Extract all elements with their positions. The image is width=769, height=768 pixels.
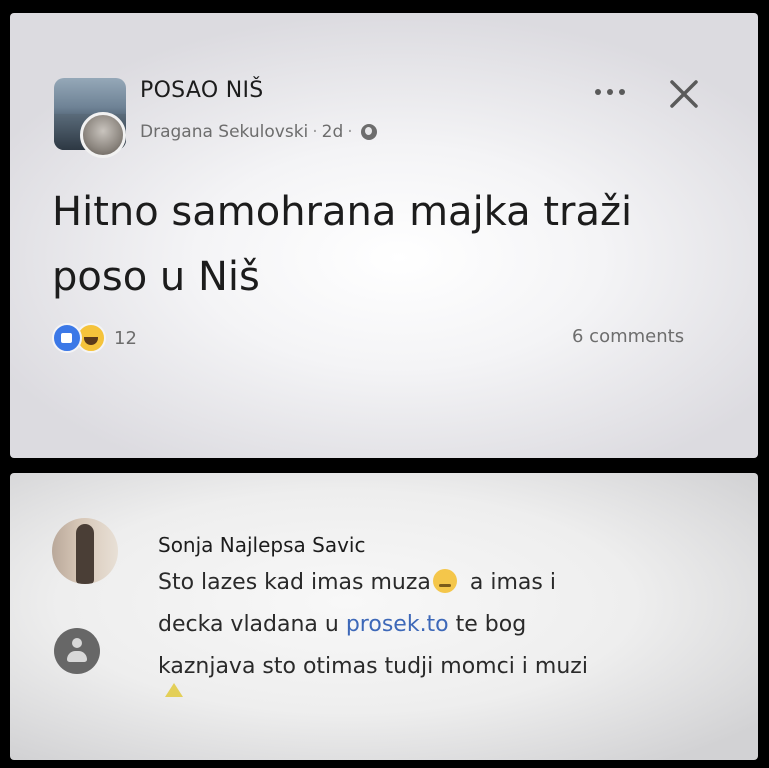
meta-separator-2: ·	[347, 122, 353, 142]
post-text: Hitno samohrana majka traži poso u Niš	[52, 180, 732, 310]
post-meta: Dragana Sekulovski · 2d ·	[140, 122, 377, 142]
reaction-count: 12	[114, 327, 137, 349]
commenter-avatar[interactable]	[52, 518, 118, 584]
person-icon-head	[72, 638, 82, 648]
person-icon-body	[67, 651, 87, 662]
comment-line-2-start: decka vladana u	[158, 612, 346, 637]
commenter-avatar-figure	[76, 524, 94, 584]
comment-line-1: Sto lazes kad imas muza a imas i	[158, 562, 718, 604]
comment-text: Sto lazes kad imas muza a imas i decka v…	[158, 562, 718, 688]
reactions-summary[interactable]: 12	[52, 323, 137, 353]
post-time[interactable]: 2d	[322, 122, 344, 142]
more-dots-icon[interactable]	[590, 86, 630, 98]
group-name[interactable]: POSAO NIŠ	[140, 78, 264, 103]
comment-line-1-end: a imas i	[469, 570, 556, 595]
globe-icon	[360, 124, 377, 140]
more-dot	[607, 89, 613, 95]
author-avatar[interactable]	[80, 112, 126, 158]
commenter-name[interactable]: Sonja Najlepsa Savic	[158, 533, 365, 557]
like-icon	[52, 323, 82, 353]
person-icon	[54, 628, 100, 674]
close-icon[interactable]	[666, 76, 702, 112]
comment-line-3: kaznjava sto otimas tudji momci i muzi	[158, 654, 588, 679]
comment-line-1-start: Sto lazes kad imas muza	[158, 570, 431, 595]
comment-line-2: decka vladana u prosek.to te bog	[158, 604, 718, 646]
meta-separator: ·	[312, 122, 318, 142]
post-author[interactable]: Dragana Sekulovski	[140, 122, 308, 142]
warning-icon	[165, 683, 183, 697]
comment-line-2-end: te bog	[448, 612, 527, 637]
more-dot	[595, 89, 601, 95]
more-dot	[619, 89, 625, 95]
post-text-line-2: poso u Niš	[52, 254, 260, 300]
comments-count[interactable]: 6 comments	[572, 326, 684, 347]
rolling-eyes-emoji-icon	[432, 569, 457, 593]
comment-link[interactable]: prosek.to	[346, 612, 449, 637]
post-text-line-1: Hitno samohrana majka traži	[52, 189, 633, 235]
